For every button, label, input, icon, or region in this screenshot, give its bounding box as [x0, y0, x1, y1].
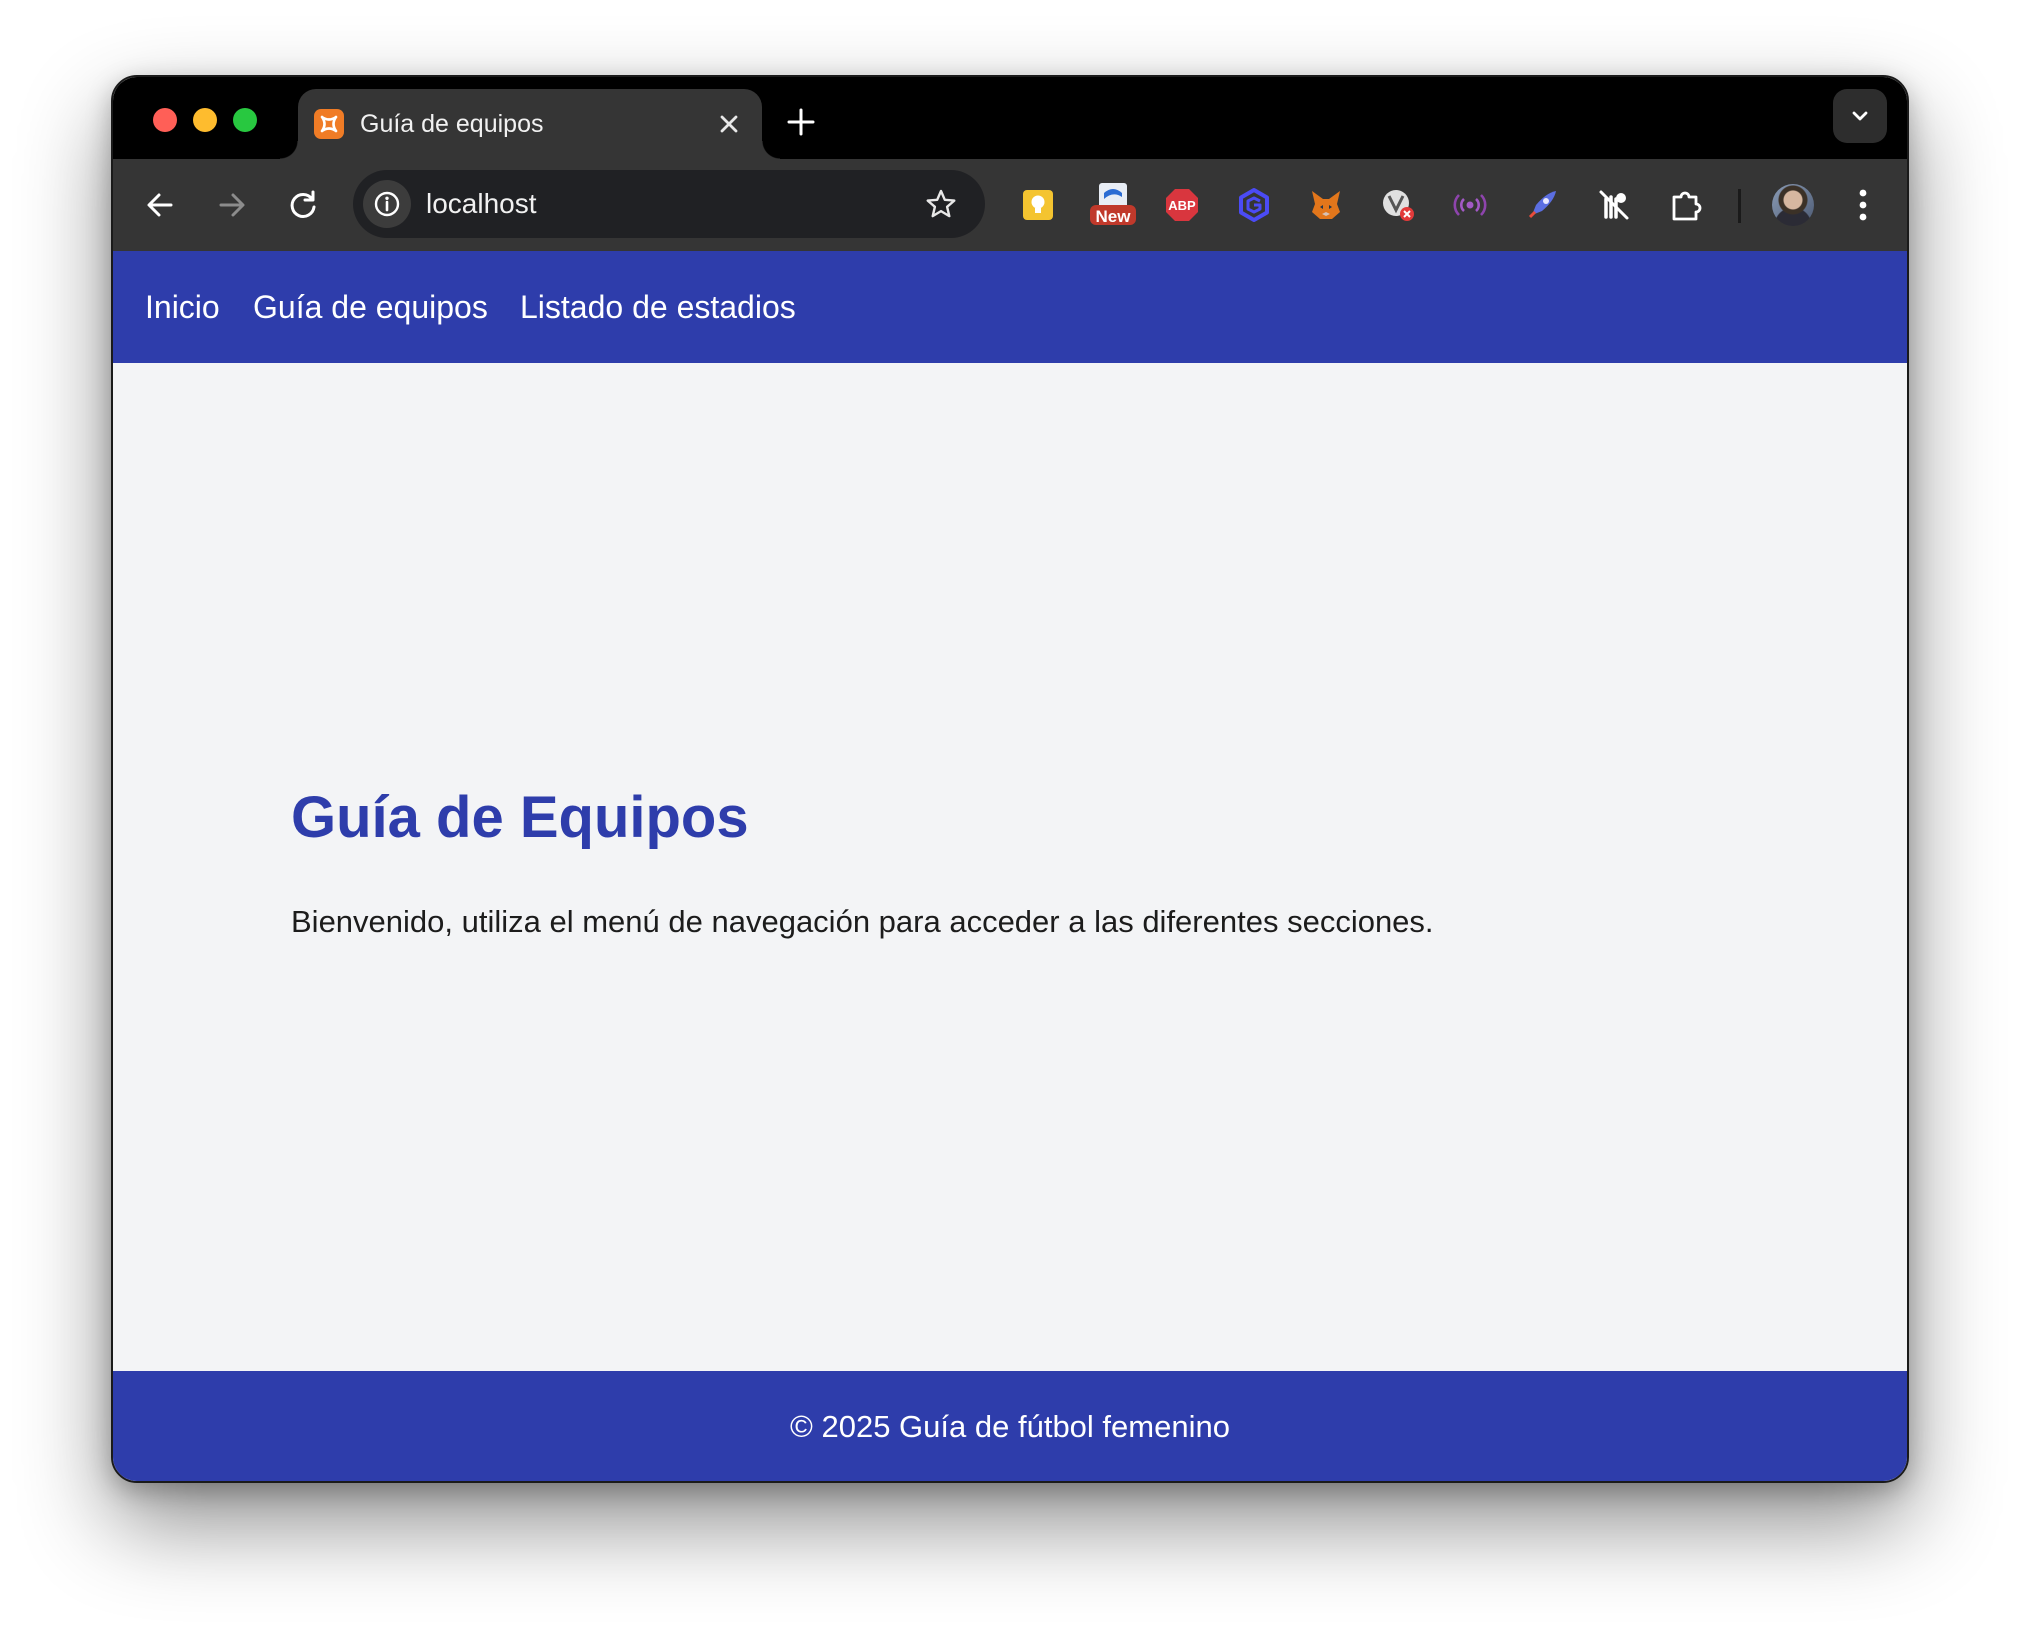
adblock-plus-label: ABP: [1168, 197, 1196, 213]
metamask-fox-icon[interactable]: [1306, 185, 1346, 225]
forward-arrow-icon[interactable]: [214, 187, 250, 223]
tab-title: Guía de equipos: [360, 110, 544, 138]
page-title: Guía de Equipos: [291, 785, 749, 850]
toolbar-divider: [1738, 189, 1741, 223]
welcome-text: Bienvenido, utiliza el menú de navegació…: [291, 904, 1434, 939]
tab-search-button[interactable]: [1833, 89, 1887, 143]
minimize-window-button[interactable]: [193, 108, 217, 132]
main-content: Guía de Equipos Bienvenido, utiliza el m…: [113, 363, 1907, 1371]
bookmark-star-icon[interactable]: [925, 188, 957, 220]
wappalyzer-icon[interactable]: [1378, 185, 1418, 225]
profile-avatar[interactable]: [1772, 184, 1814, 226]
nav-link-guia-de-equipos[interactable]: Guía de equipos: [253, 289, 488, 325]
rocket-extension-icon[interactable]: [1522, 185, 1562, 225]
url-text: localhost: [426, 188, 537, 219]
close-window-button[interactable]: [153, 108, 177, 132]
footer-copyright: © 2025 Guía de fútbol femenino: [790, 1409, 1230, 1444]
browser-window: Guía de equipos localhost New ABP Inicio…: [111, 75, 1909, 1483]
nav-link-listado-de-estadios[interactable]: Listado de estadios: [520, 289, 796, 325]
info-icon: [374, 191, 400, 217]
tracker-blocker-icon[interactable]: [1594, 185, 1634, 225]
nav-link-inicio[interactable]: Inicio: [145, 289, 220, 325]
tab-strip: Guía de equipos: [113, 77, 1907, 159]
new-badge-label: New: [1095, 207, 1131, 226]
fullscreen-window-button[interactable]: [233, 108, 257, 132]
site-footer: © 2025 Guía de fútbol femenino: [113, 1371, 1907, 1481]
site-navbar: Inicio Guía de equipos Listado de estadi…: [113, 251, 1907, 363]
hexagon-extension-icon[interactable]: [1234, 185, 1274, 225]
back-arrow-icon[interactable]: [142, 187, 178, 223]
new-tab-icon[interactable]: [786, 107, 816, 137]
xampp-favicon-icon: [314, 109, 344, 139]
close-tab-icon[interactable]: [716, 111, 742, 137]
reload-icon[interactable]: [285, 187, 321, 223]
kebab-menu-icon[interactable]: [1853, 183, 1873, 227]
browser-toolbar: localhost New ABP: [113, 159, 1907, 251]
new-badge-extension-icon[interactable]: New: [1090, 181, 1136, 227]
broadcast-extension-icon[interactable]: [1450, 185, 1490, 225]
puzzle-extensions-icon[interactable]: [1666, 185, 1706, 225]
address-bar[interactable]: localhost: [353, 170, 985, 238]
site-info-button[interactable]: [363, 180, 411, 228]
chevron-down-icon: [1852, 111, 1868, 121]
lightbulb-extension-icon[interactable]: [1018, 185, 1058, 225]
active-tab[interactable]: Guía de equipos: [280, 89, 780, 159]
adblock-plus-icon[interactable]: ABP: [1162, 185, 1202, 225]
